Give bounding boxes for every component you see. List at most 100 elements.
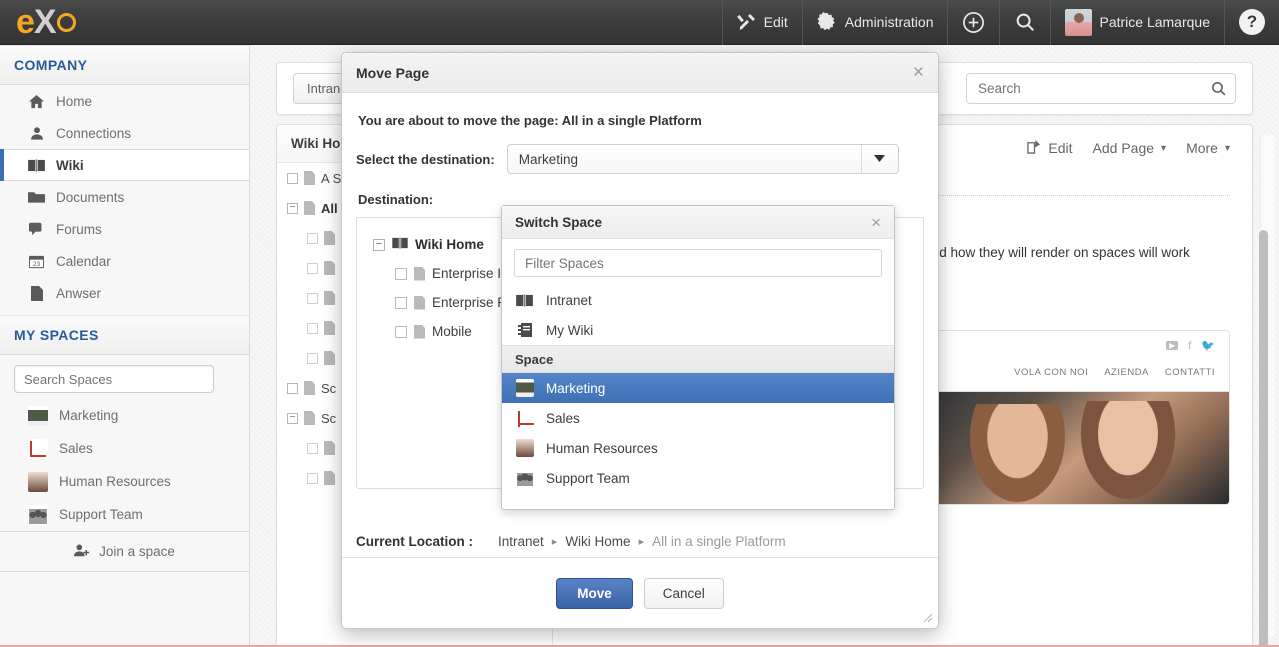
wiki-tree-node-label: Sc — [321, 410, 337, 426]
search-icon[interactable] — [1210, 80, 1227, 100]
space-item-support-team[interactable]: Support Team — [0, 498, 249, 531]
page-search-container — [966, 73, 1236, 104]
destination-tree-label: Wiki Home — [415, 237, 484, 252]
join-a-space-button[interactable]: Join a space — [0, 531, 249, 571]
expand-toggle-icon[interactable] — [287, 382, 298, 394]
location-segment: All in a single Platform — [652, 534, 786, 549]
search-input[interactable] — [966, 73, 1236, 104]
switch-space-item-sales[interactable]: Sales — [502, 403, 894, 433]
cancel-button[interactable]: Cancel — [643, 577, 724, 609]
edit-menu-button[interactable]: Edit — [721, 0, 802, 45]
user-menu-button[interactable]: Patrice Lamarque — [1050, 0, 1224, 45]
page-icon — [324, 261, 335, 275]
checkbox — [307, 292, 318, 304]
global-search-button[interactable] — [999, 0, 1050, 45]
dialog-body: You are about to move the page: All in a… — [342, 93, 938, 578]
hr-avatar-icon — [28, 471, 48, 492]
preview-social-icons: ▶ f 🐦 — [1166, 339, 1215, 352]
collapse-toggle-icon[interactable]: − — [373, 238, 385, 251]
top-navigation-bar: eX Edit Administration Patrice Lamarque … — [0, 0, 1279, 45]
close-icon[interactable]: × — [913, 63, 924, 82]
dialog-header: Move Page × — [342, 53, 938, 93]
selected-space-label: Marketing — [518, 151, 578, 167]
plus-circle-icon — [962, 11, 985, 34]
twitter-icon: 🐦 — [1201, 340, 1215, 352]
page-icon — [324, 231, 335, 245]
sidebar-item-forums[interactable]: Forums — [0, 213, 249, 245]
sidebar-item-documents[interactable]: Documents — [0, 181, 249, 213]
page-icon — [304, 201, 315, 215]
chevron-down-icon[interactable] — [860, 145, 898, 173]
space-item-label: Marketing — [59, 408, 119, 423]
preview-nav-item: CONTATTI — [1164, 367, 1215, 378]
switch-space-item-intranet[interactable]: Intranet — [502, 285, 894, 315]
checkbox[interactable] — [395, 296, 407, 309]
comment-icon — [28, 222, 45, 236]
sidebar-item-anwser[interactable]: Anwser — [0, 277, 249, 309]
collapse-toggle-icon[interactable]: − — [287, 202, 298, 214]
sidebar-item-calendar[interactable]: 23 Calendar — [0, 245, 249, 277]
search-spaces-input[interactable] — [14, 365, 214, 393]
administration-label: Administration — [844, 14, 934, 30]
switch-space-item-label: Intranet — [546, 292, 592, 308]
scrollbar-track[interactable] — [1259, 135, 1275, 647]
exo-logo[interactable]: eX — [16, 5, 76, 39]
left-sidebar: COMPANY Home Connections Wiki Documents … — [0, 45, 250, 647]
page-icon — [304, 411, 315, 425]
chevron-down-icon: ▾ — [1224, 142, 1230, 154]
sidebar-item-wiki[interactable]: Wiki — [0, 149, 249, 181]
space-item-sales[interactable]: Sales — [0, 432, 249, 465]
sidebar-item-label: Calendar — [56, 253, 111, 269]
chevron-right-icon: ▸ — [551, 536, 558, 548]
administration-menu-button[interactable]: Administration — [801, 0, 948, 45]
switch-space-item-marketing[interactable]: Marketing — [502, 373, 894, 403]
facebook-icon: f — [1188, 339, 1192, 352]
edit-label: Edit — [763, 14, 788, 30]
add-page-button[interactable]: Add Page ▾ — [1093, 140, 1167, 156]
help-button[interactable]: ? — [1224, 0, 1279, 45]
sidebar-item-label: Connections — [56, 125, 132, 141]
checkbox[interactable] — [395, 325, 407, 338]
switch-space-popup: Switch Space × Intranet My Wiki Space — [501, 205, 895, 510]
space-item-human-resources[interactable]: Human Resources — [0, 465, 249, 498]
gear-icon — [817, 11, 838, 33]
space-select-dropdown[interactable]: Marketing — [506, 144, 899, 174]
collapse-toggle-icon[interactable]: − — [287, 412, 298, 424]
user-icon — [28, 126, 45, 141]
sidebar-item-label: Forums — [56, 221, 102, 237]
switch-space-item-support-team[interactable]: Support Team — [502, 463, 894, 493]
more-menu-button[interactable]: More ▾ — [1186, 140, 1230, 156]
dialog-footer: Move Cancel — [342, 557, 938, 628]
wiki-tree-node-label: A S — [321, 170, 342, 186]
join-a-space-label: Join a space — [99, 544, 175, 559]
add-button[interactable] — [947, 0, 999, 45]
page-icon — [324, 321, 335, 335]
marketing-avatar-icon — [515, 379, 534, 397]
switch-space-item-my-wiki[interactable]: My Wiki — [502, 315, 894, 345]
sidebar-item-home[interactable]: Home — [0, 85, 249, 117]
chevron-right-icon: ▸ — [638, 536, 645, 548]
preview-nav-item: AZIENDA — [1104, 367, 1149, 378]
help-icon: ? — [1239, 9, 1265, 35]
space-item-marketing[interactable]: Marketing — [0, 399, 249, 432]
filter-spaces-input[interactable] — [514, 249, 882, 277]
switch-space-item-human-resources[interactable]: Human Resources — [502, 433, 894, 463]
support-avatar-icon — [515, 469, 534, 487]
expand-toggle-icon[interactable] — [287, 172, 298, 184]
page-icon — [28, 285, 45, 301]
resize-grip-icon[interactable] — [921, 611, 933, 623]
move-button[interactable]: Move — [556, 577, 633, 609]
checkbox[interactable] — [395, 267, 407, 280]
edit-page-button[interactable]: Edit — [1027, 139, 1073, 157]
marketing-avatar-icon — [28, 405, 48, 426]
spaces-search-container — [0, 355, 249, 399]
page-icon — [304, 381, 315, 395]
close-icon[interactable]: × — [871, 214, 881, 231]
space-item-label: Support Team — [59, 507, 143, 522]
sidebar-item-connections[interactable]: Connections — [0, 117, 249, 149]
scrollbar-thumb[interactable] — [1259, 230, 1268, 647]
sidebar-item-label: Wiki — [56, 157, 84, 173]
page-icon — [414, 295, 425, 310]
wiki-tree-node-label: Sc — [321, 380, 337, 396]
book-icon — [515, 293, 534, 307]
